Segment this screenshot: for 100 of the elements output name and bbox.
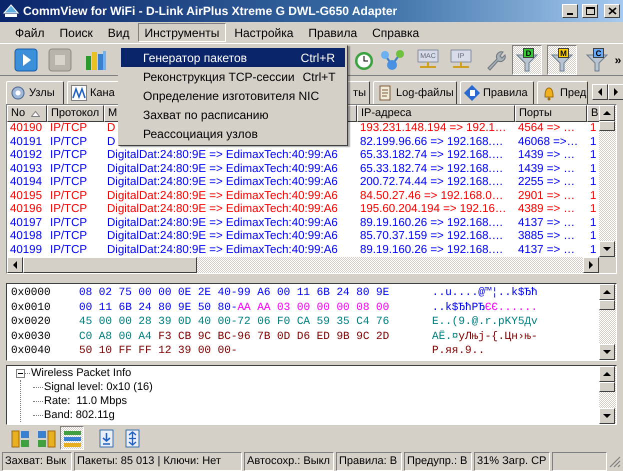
column-header[interactable]: Порты	[515, 105, 587, 122]
ascii-text: E..(9.@.r.pKY5Дv	[432, 315, 538, 330]
status-pane: Предупр.: В	[404, 452, 472, 471]
table-cell: 200.72.74.44 => 192.168.…	[360, 176, 504, 188]
maximize-button[interactable]	[582, 4, 598, 18]
menu-item[interactable]: Захват по расписанию	[121, 105, 345, 124]
tree-node[interactable]: Band: 802.11g	[44, 408, 115, 422]
arrow-up-icon	[603, 110, 611, 116]
arrow-up-icon	[603, 289, 611, 295]
close-icon	[608, 7, 616, 15]
scroll-right-button[interactable]	[583, 257, 599, 273]
scroll-up-button[interactable]	[599, 366, 615, 382]
table-cell: 84.50.27.46 => 192.168.0…	[360, 190, 504, 202]
column-header[interactable]: IP-адреса	[357, 105, 515, 122]
scroll-thumb[interactable]	[599, 300, 615, 310]
ascii-text: P.яя.9..	[432, 344, 485, 358]
status-pane	[552, 452, 607, 471]
table-cell: 1	[590, 122, 596, 134]
column-header[interactable]: Протокол	[47, 105, 104, 122]
scroll-down-button[interactable]	[599, 408, 615, 424]
table-cell: 89.19.160.26 => 192.168.…	[360, 216, 504, 228]
table-cell: 65.33.182.74 => 192.168.…	[360, 162, 504, 174]
menu-item[interactable]: Поиск	[52, 23, 100, 42]
minimize-button[interactable]	[562, 4, 578, 18]
hex-bytes: 45 00 00 28 39 0D 40 00-72 06 F0 CA 59 35 C4 76	[79, 315, 390, 330]
menu-item[interactable]: Генератор пакетов Ctrl+R	[121, 48, 345, 67]
table-cell: IP/TCP	[50, 136, 88, 148]
hex-bytes: 00 11 6B 24 80 9E 50 80-	[79, 300, 238, 315]
menu-item[interactable]: Вид	[100, 23, 136, 42]
window-title: CommView for WiFi - D-Link AirPlus Xtreme G DWL-G650 Adapter	[23, 3, 398, 20]
rows-layout-button[interactable]	[60, 426, 84, 450]
hex-offset: 0x0000	[11, 286, 52, 300]
tree-node[interactable]: Wireless Packet Info	[31, 366, 132, 380]
ascii-text: уЛњј-{.Цн›њ-	[458, 330, 538, 344]
menu-item[interactable]: Правила	[301, 23, 364, 42]
table-cell: 82.199.96.66 => 192.168.…	[360, 136, 504, 148]
more-button[interactable]: »	[612, 50, 623, 70]
table-cell: 40192	[10, 149, 42, 161]
resize-grip-icon[interactable]	[609, 456, 621, 468]
hex-bytes: 08 02 75 00 00 0E 2E 40-99 A6 00 11 6B 24 80 9E	[79, 286, 390, 300]
table-cell: 40197	[10, 216, 42, 228]
status-pane: Захват: Вык	[2, 452, 72, 471]
tab[interactable]: Log-файлы	[373, 81, 457, 104]
filter-button[interactable]: M	[547, 44, 577, 74]
collapse-icon[interactable]	[16, 368, 25, 378]
menu-item[interactable]: Реассоциация узлов	[121, 124, 345, 143]
tab[interactable]: Правила	[460, 81, 534, 104]
column-header[interactable]: B	[587, 105, 599, 122]
table-cell: D	[107, 136, 116, 148]
vertical-scrollbar[interactable]	[599, 105, 616, 257]
table-cell: 4389 => …	[518, 203, 575, 215]
scroll-up-button[interactable]	[599, 284, 615, 300]
arrow-right-icon	[613, 88, 619, 96]
hex-bytes: AA AA 03 00 00 00 08 00	[237, 300, 390, 315]
scroll-thumb[interactable]	[599, 121, 615, 131]
tab-scroll-right-button[interactable]	[608, 84, 623, 100]
scroll-thumb[interactable]	[23, 257, 197, 273]
tree-node[interactable]: Signal level: 0x10 (16)	[44, 380, 153, 394]
vertical-scrollbar[interactable]	[599, 366, 616, 424]
scroll-down-button[interactable]	[599, 344, 615, 360]
status-pane: Пакеты: 85 013 | Ключи: Нет	[74, 452, 242, 471]
table-cell: 2255 => …	[518, 176, 575, 188]
table-cell: 46068 =>…	[518, 136, 578, 148]
table-cell: DigitalDat:24:80:9E => EdimaxTech:40:99:A6	[107, 162, 338, 174]
table-cell: DigitalDat:24:80:9E => EdimaxTech:40:99:A6	[107, 203, 338, 215]
arrow-down-icon	[603, 413, 611, 419]
table-cell: 1	[590, 162, 596, 174]
table-cell: 3885 => …	[518, 230, 575, 242]
table-cell: 1439 => …	[518, 162, 575, 174]
scroll-thumb[interactable]	[599, 382, 615, 392]
scroll-down-button[interactable]	[599, 241, 615, 257]
menu-item[interactable]: Справка	[365, 23, 426, 42]
menu-item[interactable]: Инструменты	[138, 23, 226, 42]
filter-button[interactable]: C	[582, 44, 612, 74]
play-button[interactable]	[12, 46, 40, 74]
table-cell: 1	[590, 149, 596, 161]
tab-scroll-left-button[interactable]	[592, 84, 608, 100]
tree-node[interactable]: Rate: 11.0 Mbps	[44, 394, 127, 408]
tab[interactable]: Узлы	[6, 81, 64, 104]
table-cell: 85.70.37.159 => 192.168.…	[360, 230, 504, 242]
menu-item[interactable]: Файл	[8, 23, 52, 42]
vertical-scrollbar[interactable]	[599, 284, 616, 360]
hex-bytes: C0 A8 00 A4	[79, 330, 153, 344]
table-cell: DigitalDat:24:80:9E => EdimaxTech:40:99:A6	[107, 176, 338, 188]
table-cell: 40199	[10, 244, 42, 256]
filter-button[interactable]: D	[512, 44, 542, 74]
diamond-icon	[464, 85, 480, 101]
scroll-left-button[interactable]	[7, 257, 23, 273]
ascii-text: ЄЄ......	[484, 300, 538, 315]
table-cell: 4137 => …	[518, 244, 575, 256]
table-cell: 40190	[10, 122, 42, 134]
table-cell: 1	[590, 190, 596, 202]
menu-item[interactable]: Настройка	[227, 23, 300, 42]
scroll-up-button[interactable]	[599, 105, 615, 121]
horizontal-scrollbar[interactable]	[7, 257, 616, 273]
table-cell: 1	[590, 230, 596, 242]
column-header[interactable]: No	[7, 105, 47, 122]
table-cell: 65.33.182.74 => 192.168.…	[360, 149, 504, 161]
close-button[interactable]	[604, 4, 620, 18]
tab[interactable]: Пред	[537, 81, 588, 104]
